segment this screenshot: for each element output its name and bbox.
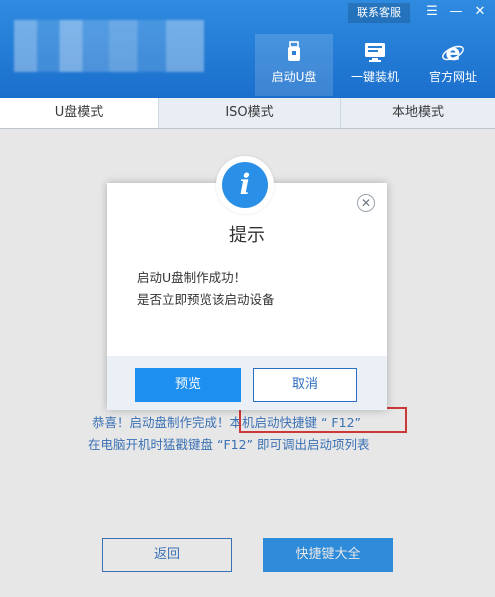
menu-icon[interactable]: ☰ xyxy=(423,3,441,21)
app-logo xyxy=(14,20,204,72)
contact-support-button[interactable]: 联系客服 xyxy=(348,3,410,23)
browser-e-icon: e xyxy=(442,41,464,64)
tab-iso-mode[interactable]: ISO模式 xyxy=(159,98,341,128)
info-icon: i xyxy=(222,162,268,208)
nav-one-click-install[interactable]: 一键装机 xyxy=(336,34,414,96)
cancel-button[interactable]: 取消 xyxy=(253,368,357,402)
nav-label: 启动U盘 xyxy=(271,70,317,84)
app-header: 联系客服 ☰ — ✕ 启动U盘 一键装机 e 官方网址 xyxy=(0,0,495,98)
usb-drive-icon xyxy=(288,41,300,61)
info-icon-badge: i xyxy=(216,156,274,214)
minimize-icon[interactable]: — xyxy=(447,3,465,21)
tab-usb-mode[interactable]: U盘模式 xyxy=(0,98,159,128)
dialog-close-icon[interactable]: ✕ xyxy=(357,194,375,212)
prompt-dialog: i ✕ 提示 启动U盘制作成功！ 是否立即预览该启动设备 预览 取消 xyxy=(107,156,387,410)
nav-label: 官方网址 xyxy=(428,70,477,84)
nav-label: 一键装机 xyxy=(350,70,399,84)
dialog-message-line2: 是否立即预览该启动设备 xyxy=(137,292,275,307)
nav-usb-boot[interactable]: 启动U盘 xyxy=(255,34,333,96)
svg-text:e: e xyxy=(446,41,461,64)
preview-button[interactable]: 预览 xyxy=(135,368,241,402)
close-icon[interactable]: ✕ xyxy=(471,3,489,21)
dialog-message-line1: 启动U盘制作成功！ xyxy=(137,270,247,285)
dialog-title: 提示 xyxy=(229,225,265,246)
mode-tabs: U盘模式 ISO模式 本地模式 xyxy=(0,98,495,129)
nav-official-site[interactable]: e 官方网址 xyxy=(414,34,492,96)
monitor-icon xyxy=(365,43,385,62)
tab-local-mode[interactable]: 本地模式 xyxy=(341,98,495,128)
